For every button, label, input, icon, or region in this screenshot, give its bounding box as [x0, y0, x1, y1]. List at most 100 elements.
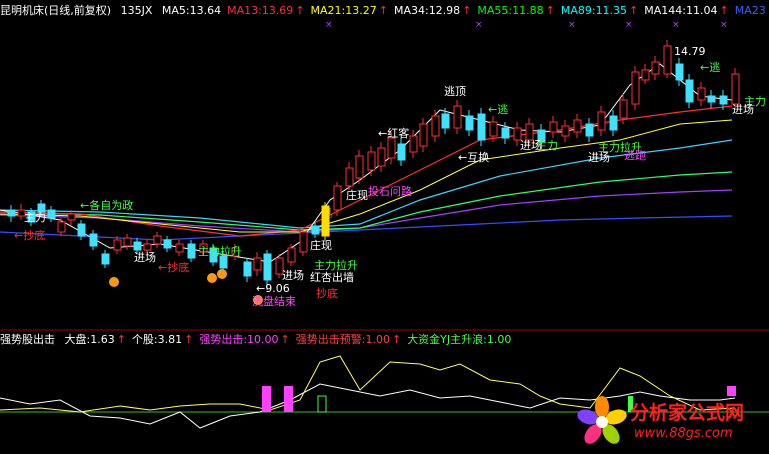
- orange-dot-icon: [217, 269, 227, 279]
- chart-annotation: 进场: [282, 269, 304, 282]
- candle-body: [719, 95, 728, 105]
- ma-line-red: [0, 105, 733, 237]
- candle-body: [573, 119, 582, 133]
- candle-body: [419, 123, 428, 147]
- cross-marker-icon: ×: [475, 20, 483, 30]
- chart-annotation: ←互换: [458, 151, 490, 164]
- candle-body: [409, 135, 418, 153]
- candle-body: [697, 87, 706, 101]
- candle-body: [47, 209, 56, 219]
- chart-annotation: 主力拉升: [314, 259, 358, 272]
- candle-body: [631, 71, 640, 105]
- candle-body: [345, 167, 354, 187]
- candle-body: [397, 143, 406, 161]
- orange-dot-icon: [207, 273, 217, 283]
- candle-body: [465, 115, 474, 131]
- candle-body: [299, 231, 308, 253]
- cross-marker-icon: ×: [720, 20, 728, 30]
- candle-body: [619, 99, 628, 119]
- candle-body: [243, 261, 252, 277]
- candle-body: [355, 155, 364, 179]
- chart-annotation: 主力: [536, 139, 558, 152]
- chart-annotation: 红杏出墙: [310, 271, 354, 284]
- candle-body: [163, 239, 172, 249]
- candle-body: [123, 237, 132, 247]
- candle-body: [113, 239, 122, 251]
- candle-body: [7, 209, 16, 217]
- candle-body: [597, 111, 606, 131]
- candle-body: [77, 223, 86, 237]
- hand-pointer-icon: ☝: [324, 206, 333, 222]
- candle-body: [89, 233, 98, 247]
- candle-body: [641, 69, 650, 81]
- cross-marker-icon: ×: [568, 20, 576, 30]
- chart-annotation: 14.79: [674, 45, 706, 58]
- candle-body: [685, 79, 694, 103]
- candle-body: [175, 243, 184, 253]
- chart-annotation: 进场: [732, 103, 754, 116]
- watermark-site-name: 分析家公式网: [630, 402, 745, 424]
- ma-line-blue: [0, 215, 733, 241]
- chart-annotation: 洗盘结束: [252, 295, 296, 308]
- candle-body: [367, 151, 376, 171]
- chart-annotation: 逃顶: [444, 85, 466, 98]
- candle-body: [431, 115, 440, 137]
- chart-annotation: 逃跑: [624, 149, 646, 162]
- candle-body: [67, 213, 76, 221]
- candle-body: [525, 123, 534, 141]
- candle-body: [561, 125, 570, 137]
- candle-body: [675, 63, 684, 81]
- candle-body: [477, 113, 486, 141]
- chart-annotation: ←9.06: [256, 282, 290, 295]
- chart-annotation: 抄底: [316, 287, 338, 300]
- chart-annotation: 主力拉升: [198, 245, 242, 258]
- candle-body: [387, 137, 396, 159]
- candle-body: [707, 95, 716, 103]
- candle-body: [57, 221, 66, 233]
- cross-marker-icon: ×: [325, 20, 333, 30]
- candle-body: [377, 147, 386, 167]
- chart-annotation: 庄现: [346, 189, 368, 202]
- candle-body: [101, 253, 110, 265]
- flower-logo-icon: [577, 396, 627, 444]
- indicator-bar: [317, 395, 327, 413]
- candle-body: [501, 127, 510, 139]
- chart-annotation: 主力: [24, 211, 46, 224]
- candle-body: [663, 45, 672, 75]
- candle-body: [731, 73, 740, 105]
- candle-body: [253, 257, 262, 271]
- candle-body: [585, 123, 594, 137]
- candle-body: [287, 247, 296, 263]
- chart-annotation: ←红客: [378, 127, 410, 140]
- candle-body: [143, 243, 152, 251]
- candle-body: [311, 225, 320, 235]
- candle-body: [549, 121, 558, 133]
- cross-marker-icon: ×: [625, 20, 633, 30]
- chart-annotation: ←抄底: [158, 261, 190, 274]
- chart-annotation: ←逃: [488, 103, 509, 116]
- chart-annotation: 投石问路: [368, 185, 412, 198]
- indicator-bar: [284, 386, 293, 412]
- candle-body: [133, 241, 142, 251]
- chart-annotation: ←逃: [700, 61, 721, 74]
- chart-annotation: 庄现: [310, 239, 332, 252]
- chart-canvas[interactable]: × × × × × ×: [0, 0, 769, 454]
- stock-chart-window: 昆明机床(日线,前复权) 135JX MA5:13.64 MA13:13.69 ↑ M…: [0, 0, 769, 454]
- cross-marker-icon: ×: [672, 20, 680, 30]
- chart-annotation: 进场: [134, 251, 156, 264]
- candle-body: [441, 113, 450, 129]
- watermark-url: www.88gs.com: [634, 426, 733, 441]
- chart-annotation: ←各自为政: [80, 199, 134, 212]
- watermark: 分析家公式网 www.88gs.com: [572, 392, 768, 452]
- candle-body: [453, 105, 462, 129]
- chart-annotation: ←抄底: [14, 229, 46, 242]
- candle-body: [489, 121, 498, 137]
- candle-body: [187, 243, 196, 259]
- candle-body: [333, 185, 342, 211]
- orange-dot-icon: [109, 277, 119, 287]
- candle-body: [153, 235, 162, 245]
- candle-body: [263, 253, 272, 281]
- candle-body: [651, 61, 660, 75]
- candle-body: [609, 115, 618, 131]
- indicator-bar: [262, 386, 271, 412]
